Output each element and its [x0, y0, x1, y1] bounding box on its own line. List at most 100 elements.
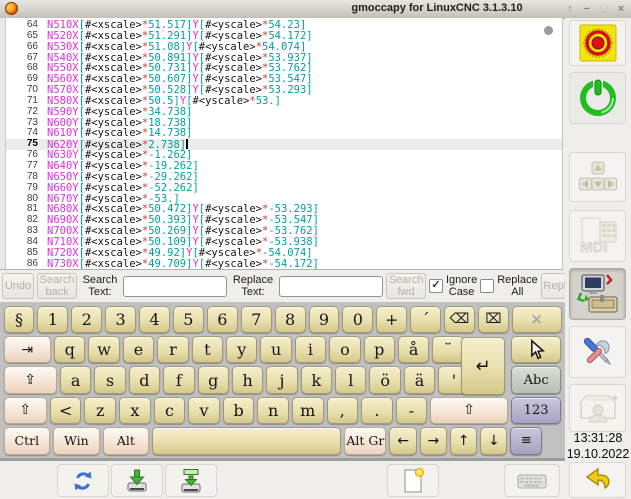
key-l[interactable]: l: [335, 366, 366, 393]
back-button[interactable]: [569, 462, 626, 498]
key-.[interactable]: .: [361, 397, 393, 424]
key-arrow-right[interactable]: →: [420, 427, 447, 454]
new-file-button[interactable]: [387, 464, 439, 497]
key-´[interactable]: ´: [410, 306, 441, 333]
key-close-keyboard[interactable]: ×: [512, 306, 562, 333]
replace-text-input[interactable]: [279, 276, 383, 297]
search-back-button[interactable]: Search back: [37, 273, 77, 299]
key-f[interactable]: f: [163, 366, 194, 393]
maximize-button[interactable]: □: [598, 1, 610, 16]
mdi-mode-button[interactable]: MDI: [569, 210, 626, 262]
key-w[interactable]: w: [88, 336, 119, 363]
key-altgr[interactable]: Alt Gr: [344, 427, 386, 454]
key-,[interactable]: ,: [327, 397, 359, 424]
key-i[interactable]: i: [295, 336, 326, 363]
key-+[interactable]: +: [376, 306, 407, 333]
key-tab[interactable]: ⇥: [4, 336, 52, 363]
key-7[interactable]: 7: [241, 306, 272, 333]
minimize-button[interactable]: −: [581, 1, 593, 16]
search-text-input[interactable]: [123, 276, 227, 297]
save-button[interactable]: [111, 464, 163, 497]
reload-button[interactable]: [57, 464, 109, 497]
code-line[interactable]: 86N730X[#<xscale>*49.709]Y[#<yscale>*-54…: [6, 259, 562, 270]
tool-settings-button[interactable]: [569, 384, 626, 432]
ignore-case-checkbox[interactable]: ✓: [429, 279, 443, 293]
key-c[interactable]: c: [154, 397, 186, 424]
search-fwd-button[interactable]: Search fwd: [386, 273, 426, 299]
keyboard-toggle-button[interactable]: [504, 464, 560, 497]
key-win[interactable]: Win: [53, 427, 100, 454]
clock: 13:31:28 19.10.2022: [565, 430, 631, 462]
key-arrow-up[interactable]: ↑: [450, 427, 477, 454]
key-abc-layer[interactable]: Abc: [511, 366, 562, 393]
tools-icon: [576, 332, 620, 372]
key-p[interactable]: p: [364, 336, 395, 363]
key-4[interactable]: 4: [139, 306, 170, 333]
key-y[interactable]: y: [226, 336, 257, 363]
key-2[interactable]: 2: [71, 306, 102, 333]
settings-button[interactable]: [569, 326, 626, 378]
key-z[interactable]: z: [84, 397, 116, 424]
key-ä[interactable]: ä: [404, 366, 435, 393]
key-¨[interactable]: ¨: [432, 336, 463, 363]
save-as-button[interactable]: [165, 464, 217, 497]
key-ctrl[interactable]: Ctrl: [4, 427, 51, 454]
key-shift-right[interactable]: ⇧: [430, 397, 507, 424]
key-m[interactable]: m: [292, 397, 324, 424]
undo-button[interactable]: Undo: [2, 273, 34, 299]
key-å[interactable]: å: [398, 336, 429, 363]
key-<[interactable]: <: [50, 397, 82, 424]
shade-window-button[interactable]: ↑: [564, 1, 576, 16]
key-1[interactable]: 1: [37, 306, 68, 333]
key-pointer[interactable]: [511, 336, 562, 363]
key-num-layer[interactable]: 123: [511, 397, 562, 424]
key-u[interactable]: u: [260, 336, 291, 363]
code-line[interactable]: 74N610Y[#<yscale>*14.738]: [6, 128, 562, 139]
key-s[interactable]: s: [94, 366, 125, 393]
key-6[interactable]: 6: [207, 306, 238, 333]
key-8[interactable]: 8: [275, 306, 306, 333]
key--[interactable]: -: [396, 397, 428, 424]
key-alt[interactable]: Alt: [103, 427, 150, 454]
replace-all-checkbox[interactable]: [480, 279, 494, 293]
key-menu[interactable]: ≡: [510, 427, 542, 454]
key-n[interactable]: n: [257, 397, 289, 424]
key-a[interactable]: a: [60, 366, 91, 393]
key-ö[interactable]: ö: [369, 366, 400, 393]
key-e[interactable]: e: [123, 336, 154, 363]
key-arrow-left[interactable]: ←: [389, 427, 416, 454]
save-as-icon: [178, 468, 204, 494]
key-enter[interactable]: ↵: [461, 337, 505, 395]
auto-mode-button[interactable]: [569, 268, 626, 320]
gcode-editor[interactable]: 64N510X[#<xscale>*51.517]Y[#<yscale>*54.…: [0, 18, 563, 270]
key-j[interactable]: j: [266, 366, 297, 393]
key-v[interactable]: v: [188, 397, 220, 424]
key-§[interactable]: §: [4, 306, 35, 333]
key-b[interactable]: b: [223, 397, 255, 424]
key-k[interactable]: k: [301, 366, 332, 393]
key-t[interactable]: t: [192, 336, 223, 363]
key-h[interactable]: h: [232, 366, 263, 393]
key-x[interactable]: x: [119, 397, 151, 424]
key-space[interactable]: [152, 427, 341, 454]
machine-on-button[interactable]: [569, 72, 626, 124]
key-o[interactable]: o: [329, 336, 360, 363]
key-9[interactable]: 9: [309, 306, 340, 333]
key-delete[interactable]: ⌧: [478, 306, 509, 333]
key-3[interactable]: 3: [105, 306, 136, 333]
key-shift-left[interactable]: ⇧: [4, 397, 47, 424]
key-0[interactable]: 0: [342, 306, 373, 333]
key-g[interactable]: g: [198, 366, 229, 393]
replace-all-label: Replace All: [497, 274, 537, 298]
key-arrow-down[interactable]: ↓: [480, 427, 507, 454]
key-caps-lock[interactable]: ⇪: [4, 366, 57, 393]
estop-button[interactable]: [569, 20, 626, 66]
clock-date: 19.10.2022: [565, 446, 631, 462]
close-button[interactable]: ×: [615, 1, 627, 16]
key-backspace[interactable]: ⌫: [444, 306, 475, 333]
manual-mode-button[interactable]: [569, 152, 626, 202]
key-5[interactable]: 5: [173, 306, 204, 333]
key-r[interactable]: r: [157, 336, 188, 363]
key-d[interactable]: d: [129, 366, 160, 393]
key-q[interactable]: q: [54, 336, 85, 363]
